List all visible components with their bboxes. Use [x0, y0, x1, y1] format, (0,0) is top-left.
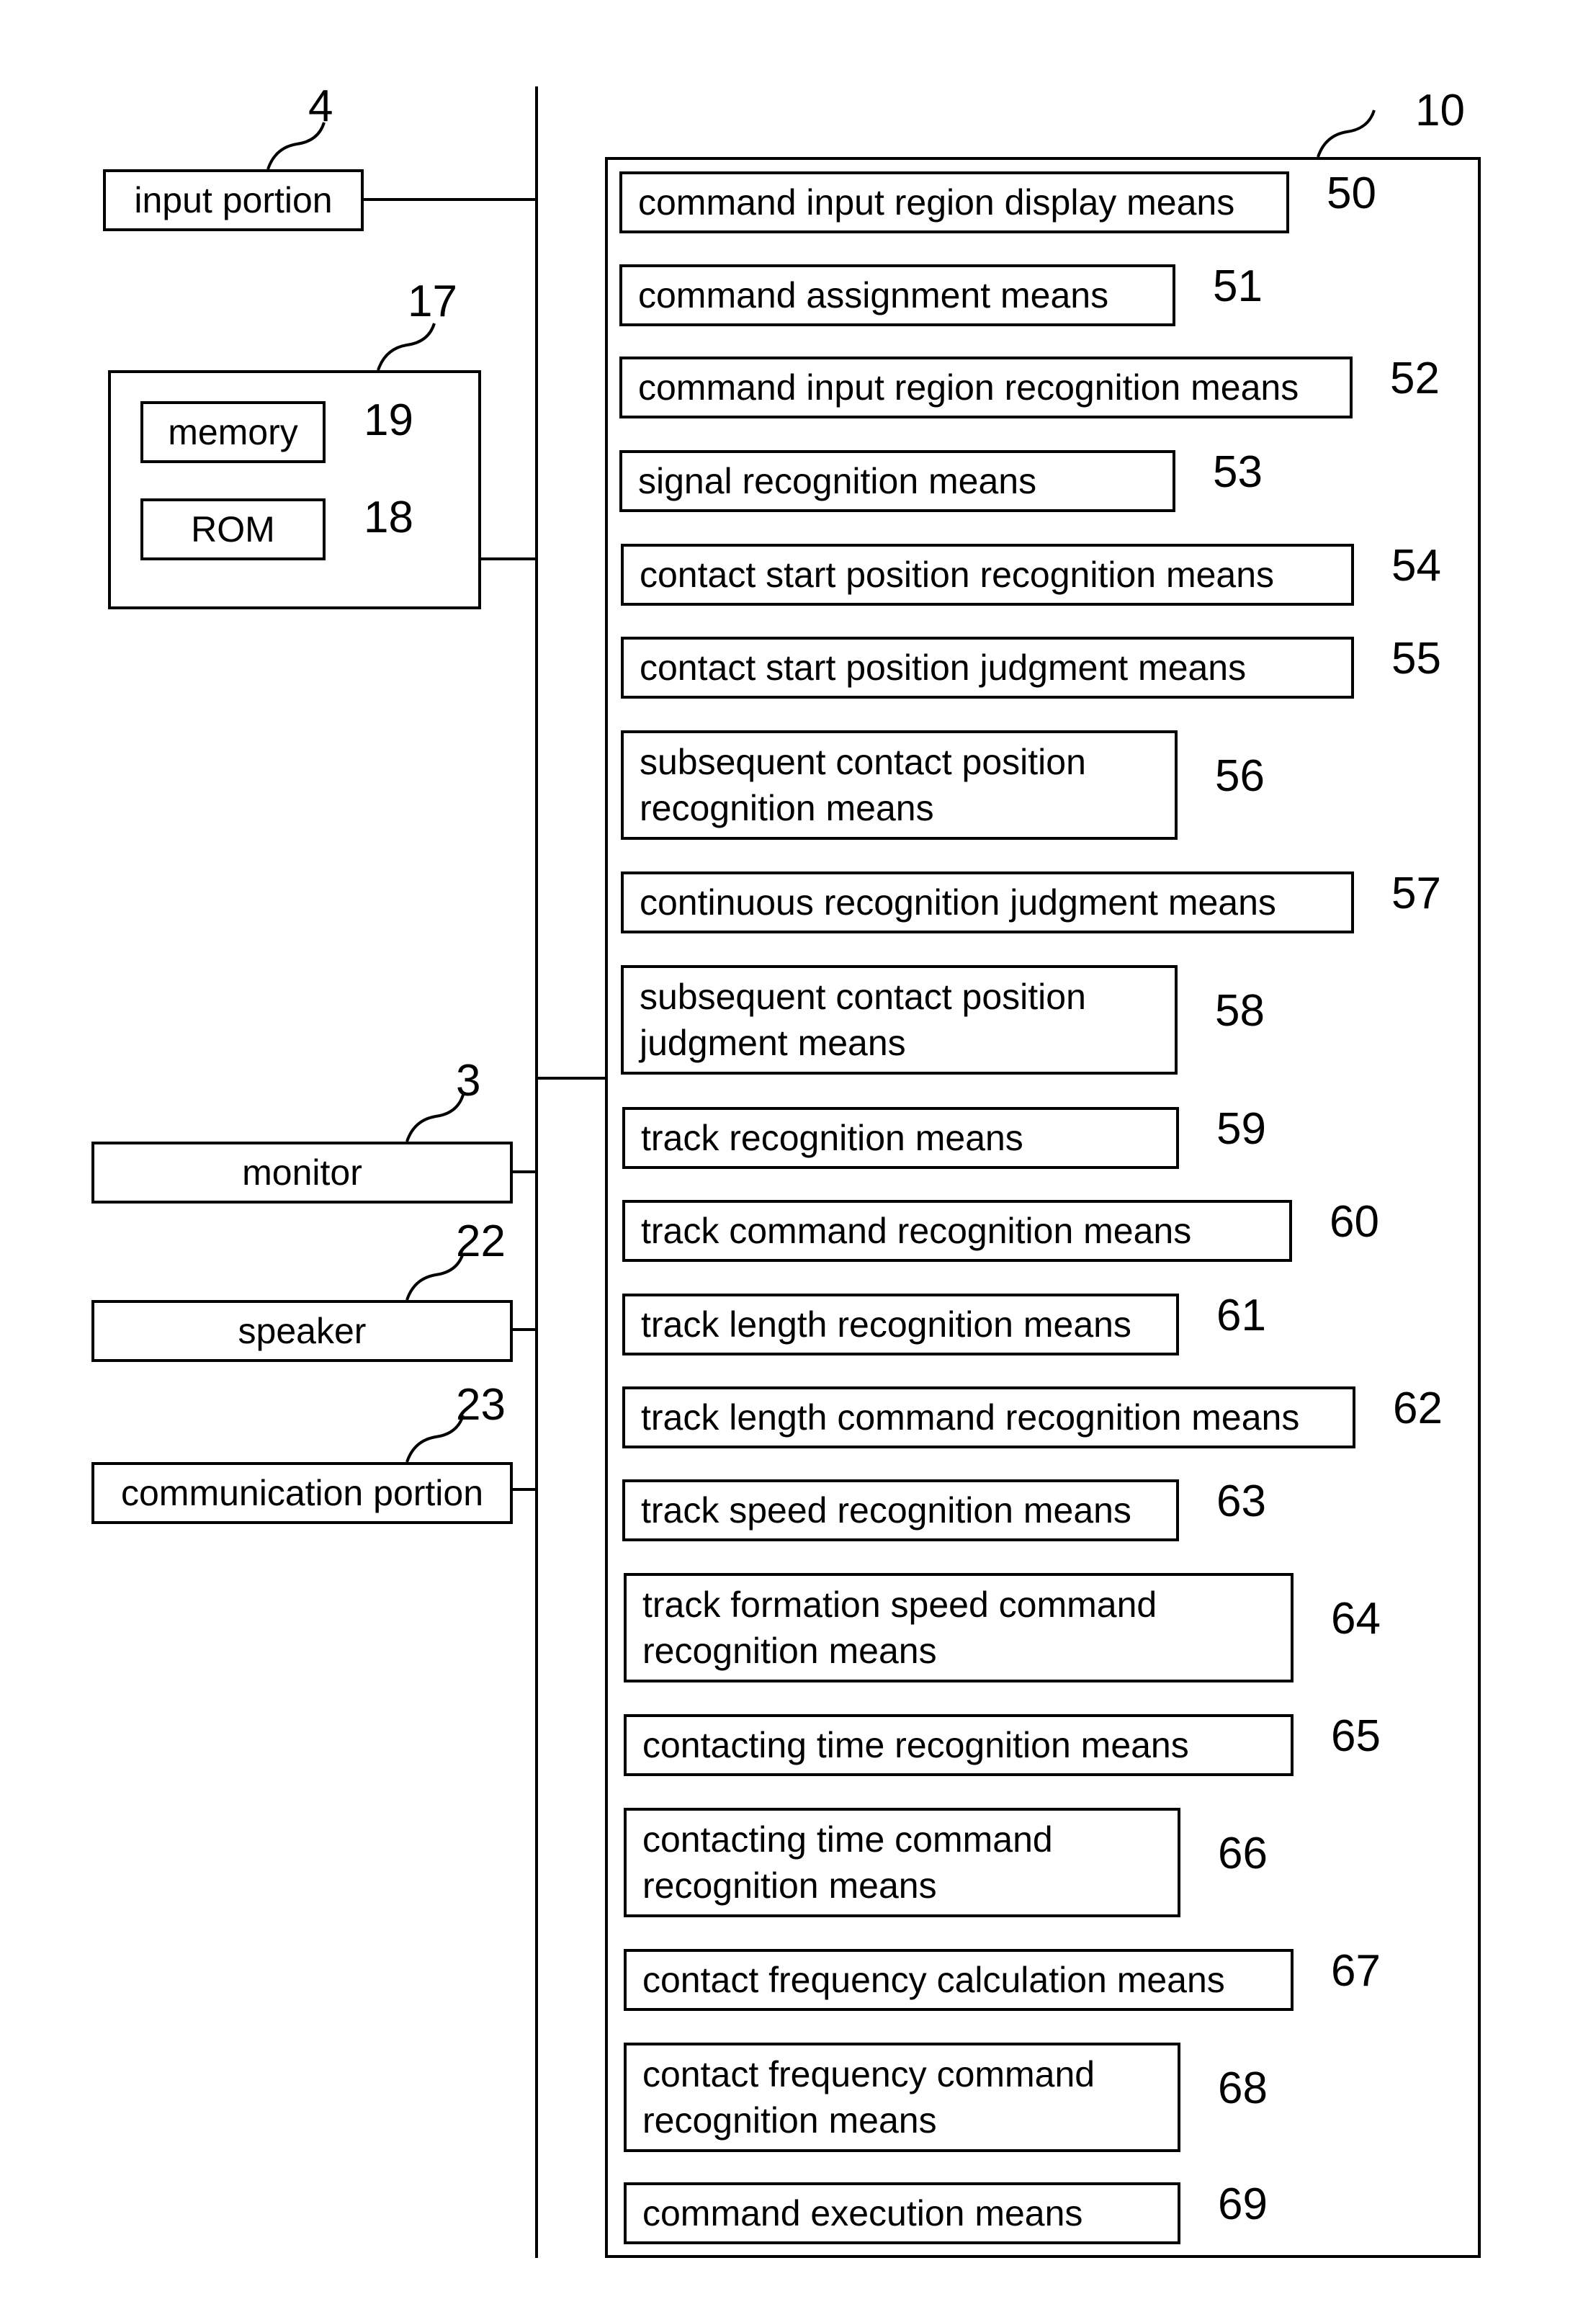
ref-19: 19	[364, 395, 413, 445]
ref-23: 23	[456, 1380, 506, 1430]
means-block-55: contact start position judgment means	[621, 637, 1354, 699]
means-label: contacting time command recognition mean…	[642, 1819, 1053, 1906]
ref-53: 53	[1213, 447, 1263, 497]
ref-65: 65	[1331, 1711, 1381, 1761]
ref-17: 17	[408, 277, 457, 326]
leader-17	[377, 323, 436, 371]
means-label: command input region display means	[638, 182, 1235, 223]
monitor-block: monitor	[91, 1142, 513, 1204]
input-portion-block: input portion	[103, 169, 364, 231]
means-label: contact frequency command recognition me…	[642, 2054, 1095, 2141]
means-label: continuous recognition judgment means	[640, 882, 1276, 923]
means-label: subsequent contact position recognition …	[640, 742, 1086, 828]
ref-51: 51	[1213, 261, 1263, 311]
leader-23	[405, 1415, 465, 1463]
means-label: subsequent contact position judgment mea…	[640, 977, 1086, 1063]
means-label: signal recognition means	[638, 461, 1037, 501]
means-label: track formation speed command recognitio…	[642, 1585, 1157, 1671]
means-block-57: continuous recognition judgment means	[621, 871, 1354, 933]
ref-69: 69	[1218, 2179, 1268, 2229]
means-block-67: contact frequency calculation means	[624, 1949, 1294, 2011]
ref-10: 10	[1415, 86, 1465, 135]
ref-58: 58	[1215, 986, 1265, 1036]
ref-68: 68	[1218, 2063, 1268, 2113]
ref-63: 63	[1216, 1476, 1266, 1526]
means-label: contact frequency calculation means	[642, 1960, 1225, 2000]
memory-block: memory	[140, 401, 326, 463]
rom-label: ROM	[191, 509, 275, 550]
means-label: contact start position judgment means	[640, 647, 1247, 688]
means-block-51: command assignment means	[619, 264, 1175, 326]
ref-60: 60	[1330, 1197, 1379, 1247]
rom-block: ROM	[140, 498, 326, 560]
means-block-58: subsequent contact position judgment mea…	[621, 965, 1178, 1075]
ref-3: 3	[456, 1056, 481, 1106]
ref-4: 4	[308, 81, 333, 131]
means-block-61: track length recognition means	[622, 1294, 1179, 1355]
ref-61: 61	[1216, 1291, 1266, 1340]
communication-portion-block: communication portion	[91, 1462, 513, 1524]
means-block-56: subsequent contact position recognition …	[621, 730, 1178, 840]
means-label: command execution means	[642, 2193, 1083, 2233]
leader-22	[405, 1252, 465, 1301]
ref-52: 52	[1390, 354, 1440, 403]
means-block-63: track speed recognition means	[622, 1479, 1179, 1541]
means-block-65: contacting time recognition means	[624, 1714, 1294, 1776]
input-portion-label: input portion	[134, 180, 333, 220]
ref-54: 54	[1391, 541, 1441, 591]
ref-18: 18	[364, 493, 413, 542]
means-label: contacting time recognition means	[642, 1725, 1189, 1765]
means-block-53: signal recognition means	[619, 450, 1175, 512]
means-block-50: command input region display means	[619, 171, 1289, 233]
means-label: track command recognition means	[641, 1211, 1192, 1251]
means-label: track length command recognition means	[641, 1397, 1300, 1438]
ref-50: 50	[1327, 169, 1376, 218]
ref-62: 62	[1393, 1384, 1443, 1433]
leader-3	[405, 1094, 465, 1142]
ref-57: 57	[1391, 869, 1441, 918]
means-label: command assignment means	[638, 275, 1109, 315]
means-label: command input region recognition means	[638, 367, 1299, 408]
memory-label: memory	[168, 412, 298, 452]
ref-56: 56	[1215, 751, 1265, 801]
means-block-54: contact start position recognition means	[621, 544, 1354, 606]
means-block-59: track recognition means	[622, 1107, 1179, 1169]
means-label: track recognition means	[641, 1118, 1023, 1158]
ref-22: 22	[456, 1216, 506, 1266]
ref-64: 64	[1331, 1594, 1381, 1644]
speaker-label: speaker	[238, 1311, 367, 1351]
means-block-62: track length command recognition means	[622, 1386, 1355, 1448]
ref-59: 59	[1216, 1104, 1266, 1154]
ref-67: 67	[1331, 1946, 1381, 1996]
means-block-64: track formation speed command recognitio…	[624, 1573, 1294, 1682]
communication-portion-label: communication portion	[120, 1473, 484, 1513]
ref-66: 66	[1218, 1829, 1268, 1878]
means-block-60: track command recognition means	[622, 1200, 1292, 1262]
ref-55: 55	[1391, 634, 1441, 684]
means-block-68: contact frequency command recognition me…	[624, 2043, 1180, 2152]
monitor-label: monitor	[242, 1152, 362, 1193]
means-label: track length recognition means	[641, 1304, 1131, 1345]
means-block-52: command input region recognition means	[619, 357, 1353, 418]
means-label: track speed recognition means	[641, 1490, 1131, 1531]
leader-10	[1317, 109, 1376, 158]
speaker-block: speaker	[91, 1300, 513, 1362]
means-block-69: command execution means	[624, 2182, 1180, 2244]
means-label: contact start position recognition means	[640, 555, 1275, 595]
means-block-66: contacting time command recognition mean…	[624, 1808, 1180, 1917]
